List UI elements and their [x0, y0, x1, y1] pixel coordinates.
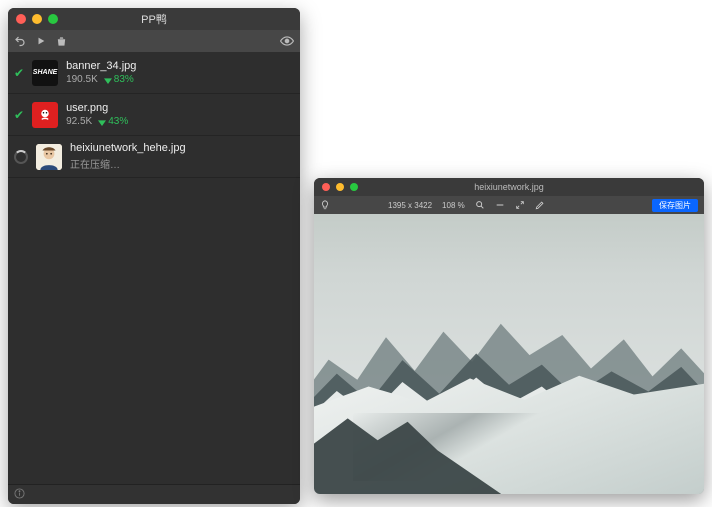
minus-icon[interactable]: [495, 200, 505, 210]
bulb-icon[interactable]: [320, 200, 330, 210]
check-icon: ✔: [14, 108, 24, 122]
compression-pct: 83%: [104, 74, 134, 85]
user-face-icon: [36, 106, 54, 124]
file-name: user.png: [66, 102, 128, 114]
portrait-icon: [36, 144, 62, 170]
titlebar: PP鸭: [8, 8, 300, 30]
trash-button[interactable]: [56, 36, 67, 47]
undo-button[interactable]: [14, 35, 26, 47]
search-icon[interactable]: [475, 200, 485, 210]
play-button[interactable]: [36, 36, 46, 46]
file-status: 正在压缩…: [70, 156, 186, 171]
preview-title: heixiunetwork.jpg: [314, 182, 704, 192]
file-info: user.png 92.5K 43%: [66, 102, 128, 127]
thumbnail: [32, 102, 58, 128]
save-image-button[interactable]: 保存图片: [652, 199, 698, 212]
file-name: banner_34.jpg: [66, 60, 136, 72]
file-info: banner_34.jpg 190.5K 83%: [66, 60, 136, 85]
toolbar: [8, 30, 300, 52]
image-dimensions: 1395 x 3422: [388, 201, 432, 210]
info-icon[interactable]: [14, 486, 25, 504]
list-item[interactable]: ✔ SHANE banner_34.jpg 190.5K 83%: [8, 52, 300, 94]
down-arrow-icon: [98, 118, 106, 126]
window-title: PP鸭: [8, 11, 300, 27]
thumbnail: SHANE: [32, 60, 58, 86]
thumbnail-text: SHANE: [33, 69, 58, 76]
file-size: 190.5K: [66, 74, 98, 85]
preview-toolbar: 1395 x 3422 108 % 保存图片: [314, 196, 704, 214]
spinner-icon: [14, 150, 28, 164]
expand-icon[interactable]: [515, 200, 525, 210]
list-item[interactable]: ✔ user.png 92.5K 43%: [8, 94, 300, 136]
preview-window: heixiunetwork.jpg 1395 x 3422 108 % 保存图片: [314, 178, 704, 494]
pct-value: 43%: [108, 116, 128, 127]
file-meta: 92.5K 43%: [66, 116, 128, 127]
pct-value: 83%: [114, 74, 134, 85]
image-zoom: 108 %: [442, 201, 465, 210]
file-name: heixiunetwork_hehe.jpg: [70, 142, 186, 154]
thumbnail: [36, 144, 62, 170]
visibility-button[interactable]: [280, 36, 294, 46]
compression-pct: 43%: [98, 116, 128, 127]
list-item[interactable]: heixiunetwork_hehe.jpg 正在压缩…: [8, 136, 300, 178]
file-list: ✔ SHANE banner_34.jpg 190.5K 83% ✔: [8, 52, 300, 484]
app-window: PP鸭 ✔ SHANE banner_34.jpg 190.5K: [8, 8, 300, 504]
file-meta: 190.5K 83%: [66, 74, 136, 85]
down-arrow-icon: [104, 76, 112, 84]
check-icon: ✔: [14, 66, 24, 80]
file-info: heixiunetwork_hehe.jpg 正在压缩…: [70, 142, 186, 171]
image-canvas[interactable]: [314, 214, 704, 494]
file-size: 92.5K: [66, 116, 92, 127]
preview-titlebar: heixiunetwork.jpg: [314, 178, 704, 196]
edit-icon[interactable]: [535, 200, 545, 210]
status-bar: [8, 484, 300, 504]
